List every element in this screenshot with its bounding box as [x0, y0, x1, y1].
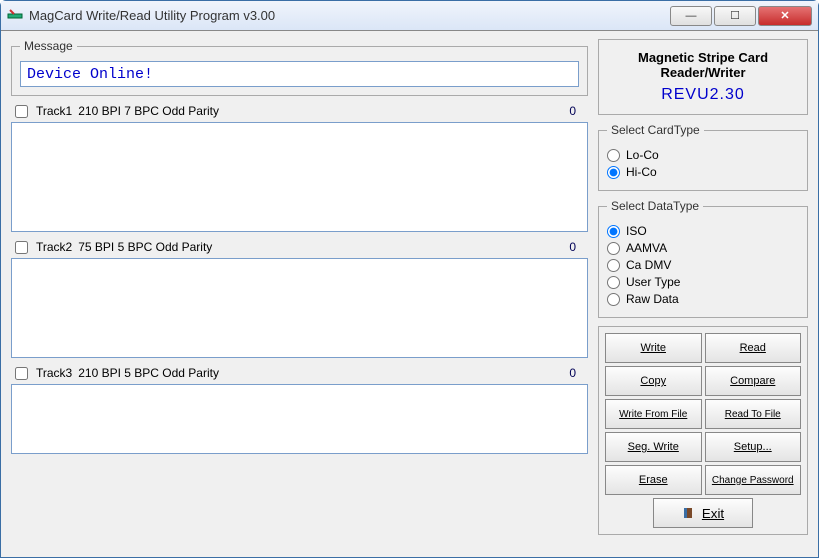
cardtype-legend: Select CardType — [607, 123, 704, 137]
erase-button[interactable]: Erase — [605, 465, 702, 495]
track3-name: Track3 — [36, 366, 72, 380]
setup-button[interactable]: Setup... — [705, 432, 802, 462]
window-controls: — ☐ ✕ — [670, 6, 812, 26]
track1-spec: 210 BPI 7 BPC Odd Parity — [78, 104, 219, 118]
track1-block: Track1 210 BPI 7 BPC Odd Parity 0 — [11, 102, 588, 232]
track1-textarea[interactable] — [11, 122, 588, 232]
datatype-option-aamva[interactable]: AAMVA — [607, 241, 799, 255]
track1-count: 0 — [569, 104, 584, 118]
cardtype-option-hico[interactable]: Hi-Co — [607, 165, 799, 179]
track2-block: Track2 75 BPI 5 BPC Odd Parity 0 — [11, 238, 588, 358]
titlebar: MagCard Write/Read Utility Program v3.00… — [1, 1, 818, 31]
compare-button[interactable]: Compare — [705, 366, 802, 396]
datatype-option-usertype[interactable]: User Type — [607, 275, 799, 289]
track2-textarea[interactable] — [11, 258, 588, 358]
close-button[interactable]: ✕ — [758, 6, 812, 26]
exit-button[interactable]: Exit — [653, 498, 753, 528]
datatype-option-cadmv[interactable]: Ca DMV — [607, 258, 799, 272]
write-button[interactable]: Write — [605, 333, 702, 363]
datatype-label-rawdata: Raw Data — [626, 292, 679, 306]
cardtype-option-loco[interactable]: Lo-Co — [607, 148, 799, 162]
brand-version: REVU2.30 — [609, 86, 797, 104]
track3-textarea[interactable] — [11, 384, 588, 454]
datatype-label-cadmv: Ca DMV — [626, 258, 671, 272]
message-legend: Message — [20, 39, 77, 53]
write-from-file-button[interactable]: Write From File — [605, 399, 702, 429]
exit-label: Exit — [702, 506, 724, 521]
client-area: Message Track1 210 BPI 7 BPC Odd Parity … — [1, 31, 818, 557]
track3-block: Track3 210 BPI 5 BPC Odd Parity 0 — [11, 364, 588, 454]
cardtype-group: Select CardType Lo-Co Hi-Co — [598, 123, 808, 191]
button-panel: Write Read Copy Compare Write From File … — [598, 326, 808, 535]
app-icon — [7, 8, 23, 24]
brand-title: Magnetic Stripe Card Reader/Writer — [609, 50, 797, 80]
window-title: MagCard Write/Read Utility Program v3.00 — [29, 8, 670, 23]
cardtype-label-loco: Lo-Co — [626, 148, 659, 162]
read-to-file-button[interactable]: Read To File — [705, 399, 802, 429]
track2-spec: 75 BPI 5 BPC Odd Parity — [78, 240, 212, 254]
copy-button[interactable]: Copy — [605, 366, 702, 396]
track2-header: Track2 75 BPI 5 BPC Odd Parity 0 — [11, 238, 588, 256]
track3-spec: 210 BPI 5 BPC Odd Parity — [78, 366, 219, 380]
message-field — [20, 61, 579, 87]
read-button[interactable]: Read — [705, 333, 802, 363]
maximize-button[interactable]: ☐ — [714, 6, 756, 26]
datatype-radio-cadmv[interactable] — [607, 259, 620, 272]
minimize-button[interactable]: — — [670, 6, 712, 26]
left-column: Message Track1 210 BPI 7 BPC Odd Parity … — [11, 39, 588, 549]
track1-name: Track1 — [36, 104, 72, 118]
track2-checkbox[interactable] — [15, 241, 28, 254]
track3-count: 0 — [569, 366, 584, 380]
datatype-legend: Select DataType — [607, 199, 703, 213]
cardtype-label-hico: Hi-Co — [626, 165, 657, 179]
datatype-group: Select DataType ISO AAMVA Ca DMV User Ty… — [598, 199, 808, 318]
track1-header: Track1 210 BPI 7 BPC Odd Parity 0 — [11, 102, 588, 120]
datatype-label-iso: ISO — [626, 224, 647, 238]
datatype-label-usertype: User Type — [626, 275, 680, 289]
exit-row: Exit — [605, 498, 801, 528]
track2-name: Track2 — [36, 240, 72, 254]
exit-icon — [682, 506, 696, 520]
datatype-radio-iso[interactable] — [607, 225, 620, 238]
track1-checkbox[interactable] — [15, 105, 28, 118]
track2-count: 0 — [569, 240, 584, 254]
datatype-option-iso[interactable]: ISO — [607, 224, 799, 238]
cardtype-radio-hico[interactable] — [607, 166, 620, 179]
datatype-label-aamva: AAMVA — [626, 241, 667, 255]
change-password-button[interactable]: Change Password — [705, 465, 802, 495]
message-group: Message — [11, 39, 588, 96]
datatype-radio-aamva[interactable] — [607, 242, 620, 255]
app-window: MagCard Write/Read Utility Program v3.00… — [0, 0, 819, 558]
track3-header: Track3 210 BPI 5 BPC Odd Parity 0 — [11, 364, 588, 382]
datatype-radio-rawdata[interactable] — [607, 293, 620, 306]
cardtype-radio-loco[interactable] — [607, 149, 620, 162]
brand-box: Magnetic Stripe Card Reader/Writer REVU2… — [598, 39, 808, 115]
datatype-option-rawdata[interactable]: Raw Data — [607, 292, 799, 306]
track3-checkbox[interactable] — [15, 367, 28, 380]
datatype-radio-usertype[interactable] — [607, 276, 620, 289]
seg-write-button[interactable]: Seg. Write — [605, 432, 702, 462]
right-column: Magnetic Stripe Card Reader/Writer REVU2… — [598, 39, 808, 549]
